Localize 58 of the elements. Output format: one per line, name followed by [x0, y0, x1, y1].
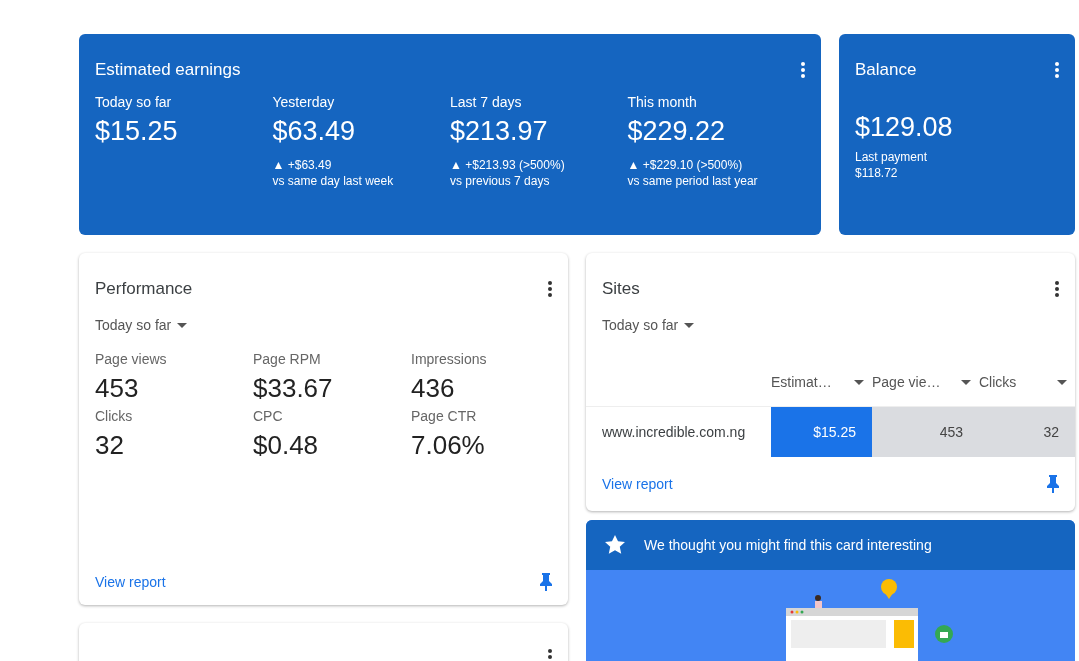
- caret-icon: [177, 322, 188, 328]
- column-header[interactable]: Page vie…: [872, 357, 979, 407]
- stat-label: Last 7 days: [450, 94, 523, 110]
- more-options-icon[interactable]: [548, 649, 552, 661]
- suggestion-title: We thought you might find this card interesting: [644, 537, 932, 553]
- metric-label: Page views: [95, 351, 168, 367]
- star-icon: [604, 534, 626, 556]
- card-title: Sites: [602, 279, 640, 299]
- last-payment-label: Last payment: [855, 149, 929, 165]
- stat-value: $213.97: [450, 116, 549, 147]
- stat-label: Today so far: [95, 94, 173, 110]
- stat-value: $63.49: [272, 116, 357, 147]
- column-header[interactable]: Estimat…: [771, 357, 872, 407]
- metric-label: Impressions: [411, 351, 488, 367]
- balance-value: $129.08: [855, 112, 954, 143]
- caret-icon: [684, 322, 695, 328]
- metric-label: Page RPM: [253, 351, 322, 367]
- card-title: Performance: [95, 279, 193, 299]
- more-options-icon[interactable]: [1055, 281, 1059, 297]
- metric-label: Page CTR: [411, 408, 478, 424]
- view-report-link[interactable]: View report: [602, 476, 673, 492]
- pin-icon[interactable]: [540, 573, 552, 591]
- metric-value: 436: [411, 373, 456, 404]
- pin-icon[interactable]: [1047, 475, 1059, 493]
- metric-label: CPC: [253, 408, 284, 424]
- card-title: Balance: [855, 60, 917, 80]
- period-dropdown[interactable]: Today so far: [602, 317, 695, 333]
- stat-change: ▲ +$63.49: [272, 157, 333, 173]
- column-header[interactable]: Clicks: [979, 357, 1075, 407]
- metric-value: 32: [95, 430, 125, 461]
- metric-value: 453: [95, 373, 140, 404]
- stat-label: Yesterday: [272, 94, 336, 110]
- last-payment-value: $118.72: [855, 165, 899, 181]
- more-options-icon[interactable]: [1055, 62, 1059, 78]
- metric-value: 7.06%: [411, 430, 486, 461]
- caret-icon: [1057, 379, 1067, 385]
- stat-comparison: vs same day last week: [272, 173, 395, 189]
- table-cell: $15.25: [771, 407, 872, 457]
- view-report-link[interactable]: View report: [95, 574, 166, 590]
- metric-label: Clicks: [95, 408, 134, 424]
- metric-value: $0.48: [253, 430, 320, 461]
- table-cell: 32: [979, 407, 1075, 457]
- stat-label: This month: [627, 94, 698, 110]
- card-title: Estimated earnings: [95, 60, 241, 80]
- site-name: www.incredible.com.ng: [601, 423, 747, 442]
- stat-value: $229.22: [627, 116, 727, 147]
- stat-comparison: vs same period last year: [627, 173, 759, 189]
- period-dropdown[interactable]: Today so far: [95, 317, 188, 333]
- more-options-icon[interactable]: [801, 62, 805, 78]
- stat-change: ▲ +$213.93 (>500%): [450, 157, 566, 173]
- caret-icon: [961, 379, 971, 385]
- stat-value: $15.25: [95, 116, 179, 147]
- caret-icon: [854, 379, 864, 385]
- more-options-icon[interactable]: [548, 281, 552, 297]
- metric-value: $33.67: [253, 373, 334, 404]
- stat-change: ▲ +$229.10 (>500%): [627, 157, 744, 173]
- stat-comparison: vs previous 7 days: [450, 173, 551, 189]
- table-cell: 453: [872, 407, 979, 457]
